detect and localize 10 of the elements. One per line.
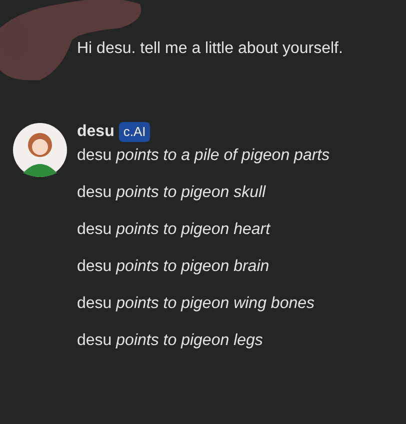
message-line: desu points to pigeon skull [77,183,267,203]
bot-name: desu [77,122,114,142]
message-line: desu points to pigeon legs [77,331,264,351]
message-line: desu points to pigeon wing bones [77,294,316,314]
user-message: Hi desu. tell me a little about yourself. [77,39,343,59]
ai-badge: c.AI [119,122,150,142]
message-line: desu points to a pile of pigeon parts [77,146,330,166]
message-line: desu points to pigeon heart [77,220,272,240]
message-line: desu points to pigeon brain [77,257,270,277]
avatar[interactable] [13,123,67,177]
